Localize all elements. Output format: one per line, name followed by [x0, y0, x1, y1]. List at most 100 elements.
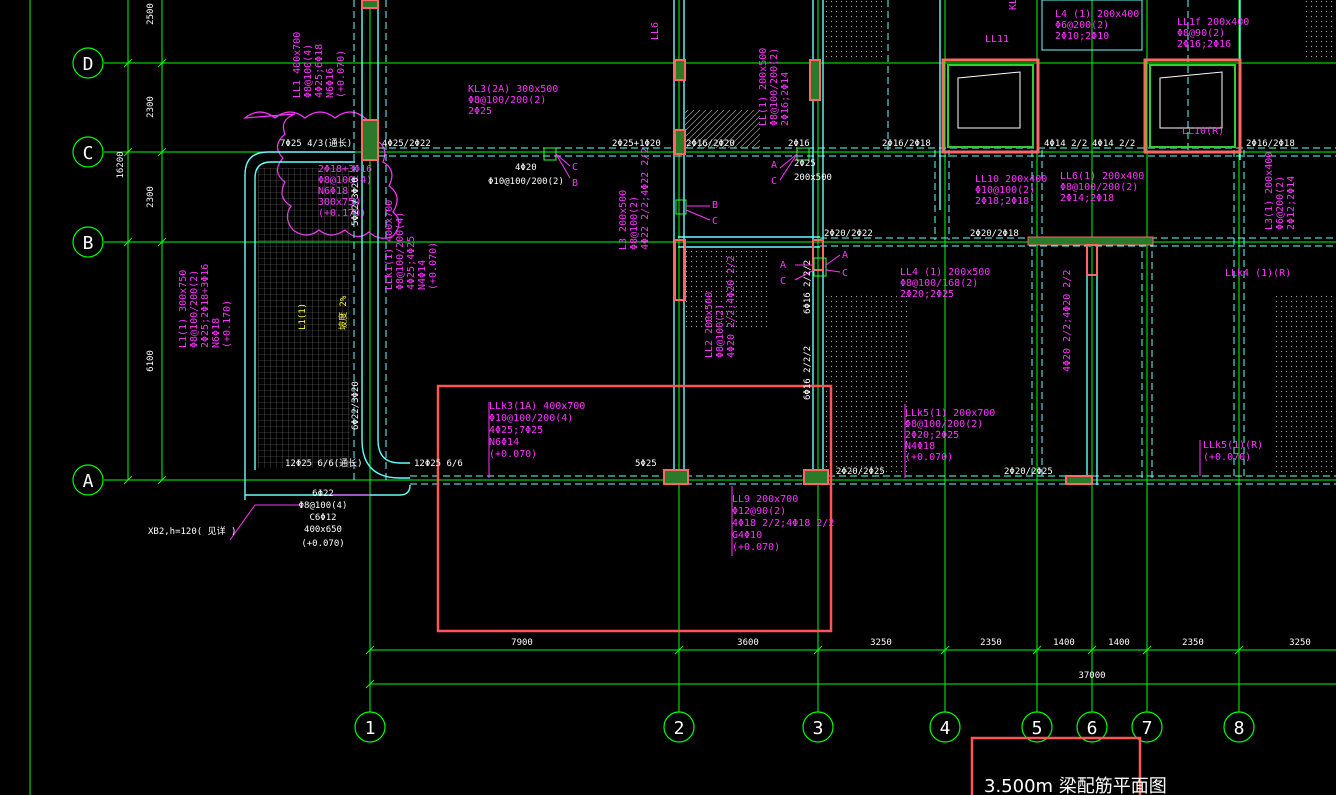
bottom-dimension-texts: 7900 3600 3250 2350 1400 1400 2350 3250 …	[511, 638, 1311, 681]
llk3-annotation-line: N6Φ14	[489, 437, 519, 448]
ll5-annotation-line: Φ8@100/200(2)	[905, 419, 983, 430]
axis-label-7: 7	[1142, 718, 1153, 739]
rebar-v-2: 6Φ22/3Φ20	[351, 381, 361, 430]
left-dim-2300-bottom: 2300	[146, 186, 156, 208]
mark-a-1: A	[771, 160, 777, 171]
column-3a	[803, 469, 829, 485]
rebar-a-2: 12Φ25 6/6	[414, 459, 463, 469]
axis-label-d: D	[83, 54, 94, 75]
mark-c-2: C	[712, 216, 718, 227]
rebar-c-1: 7Φ25 4/3(通长)	[280, 137, 352, 149]
bottom-dim-2350-b: 2350	[1182, 638, 1204, 648]
ll9-annotation-line: Φ12@90(2)	[732, 506, 786, 517]
ll_small1-annotation-line: LL11	[985, 34, 1009, 45]
ll10-annotation-line: Φ10@100(2)	[975, 185, 1035, 196]
l1-annotation-line: N6Φ18	[211, 318, 222, 348]
ll_b-annotation-line: LL(1) 200x500	[758, 48, 769, 126]
rebar-v-5: 4Φ20 2/2;4Φ20 2/2	[1062, 270, 1073, 372]
svg-text:(+0.070): (+0.070)	[301, 539, 344, 549]
ll9-annotation-line: (+0.070)	[732, 542, 780, 553]
ll_b-annotation-line: 2Φ16;2Φ14	[780, 72, 791, 126]
llk3-annotation-line: (+0.070)	[489, 449, 537, 460]
ll9-annotation-line: LL9 200x700	[732, 494, 798, 505]
kl3-annotation-line: Φ8@100/200(2)	[468, 95, 546, 106]
llk3-annotation-line: Φ10@100/200(4)	[489, 413, 573, 424]
svg-text:400x650: 400x650	[304, 525, 342, 535]
bottom-dim-3600: 3600	[737, 638, 759, 648]
l3-annotation-line: 4Φ22 2/2;4Φ22 2/2	[640, 148, 651, 250]
rebar-b-1: 2Φ20/2Φ22	[824, 229, 873, 239]
rebar-c-6: 2Φ16/2Φ18	[882, 139, 931, 149]
ll1_top-annotation-line: LL1 400x700	[292, 32, 303, 98]
axis-label-c: C	[83, 143, 94, 164]
column-1c	[361, 119, 379, 161]
l3_right-annotation-line: Φ6@200(2)	[1275, 176, 1286, 230]
llk3-annotation-line: 4Φ25;7Φ25	[489, 425, 543, 436]
rebar-b-2: 2Φ20/2Φ18	[970, 229, 1019, 239]
ll10_right-annotation: LL10(R)	[1182, 126, 1224, 137]
axis-label-4: 4	[940, 718, 951, 739]
mark-b-2: B	[712, 200, 718, 211]
ll1_top-annotation-line: N6Φ16	[325, 68, 336, 98]
slab-hatch-top	[825, 0, 885, 60]
rebar-c-mid-3: 2Φ25	[794, 159, 816, 169]
mark-a-3: A	[842, 250, 848, 261]
ll10-annotation-line: LL10 200x400	[975, 174, 1047, 185]
rebar-c-4: 2Φ16/2Φ20	[686, 139, 735, 149]
l3_right-annotation-line: 2Φ12;2Φ14	[1286, 176, 1297, 230]
llk1-annotation-line: 4Φ25;4Φ25	[406, 236, 417, 290]
axis-label-8: 8	[1234, 718, 1245, 739]
ll_top2-annotation-line: LL1f 200x400	[1177, 17, 1249, 28]
ll_small2-annotation-line: LL6	[650, 22, 661, 40]
svg-text:C6Φ12: C6Φ12	[309, 513, 336, 523]
axis-label-1: 1	[365, 718, 376, 739]
slab-hatch-top-right	[1303, 0, 1336, 60]
rebar-c-mid-2: Φ10@100/200(2)	[488, 177, 564, 187]
ll2-annotation-line: Φ8@100(2)	[715, 304, 726, 358]
ll_top1-annotation-line: Φ6@200(2)	[1055, 20, 1109, 31]
ll_top1-annotation-line: 2Φ10;2Φ10	[1055, 31, 1109, 42]
cad-drawing-canvas[interactable]: D C B A 1 2 3 4 5 6 7 8 2500 2300 16200 …	[0, 0, 1336, 795]
grid-lines	[29, 0, 1336, 795]
ll4-annotation-line: LL4 (1) 200x500	[900, 267, 990, 278]
wkl_c-annotation-line: N6Φ18	[318, 186, 348, 197]
ll10-annotation-line: 2Φ18;2Φ18	[975, 196, 1029, 207]
ll4-annotation-line: 2Φ20;2Φ25	[900, 289, 954, 300]
llk1-annotation-line: (+0.070)	[428, 242, 439, 290]
drawing-title: 3.500m 梁配筋平面图	[984, 776, 1167, 795]
ll_top2-annotation-line: Φ8@90(2)	[1177, 28, 1225, 39]
axis-label-5: 5	[1032, 718, 1043, 739]
rebar-c-mid-1: 4Φ20	[515, 163, 537, 173]
left-dimension-texts: 2500 2300 16200 2300 6100	[116, 3, 156, 372]
kl3-annotation-line: KL3(2A) 300x500	[468, 84, 558, 95]
ll_top1-annotation-line: L4 (1) 200x400	[1055, 9, 1139, 20]
ll4_right-annotation: LLk4 (1)(R)	[1225, 268, 1291, 279]
rebar-c-2: 4Φ25/2Φ22	[382, 139, 431, 149]
svg-text:6Φ22: 6Φ22	[312, 489, 334, 499]
l1-annotation-line: L1(1) 300x750	[178, 270, 189, 348]
llk3-annotation-line: LLk3(1A) 400x700	[489, 401, 585, 412]
mark-c-3: C	[771, 176, 777, 187]
l1-annotation-line: Φ8@100/200(2)	[189, 270, 200, 348]
rebar-v-3: 6Φ16 2/2/2	[803, 260, 813, 314]
kl_label-annotation-line: KL	[1008, 0, 1019, 10]
ll9-annotation-line: G4Φ10	[732, 530, 762, 541]
slab-hatch-right	[1275, 295, 1336, 475]
l1-annotation-line: 2Φ25;2Φ18+3Φ16	[200, 264, 211, 348]
axis-label-6: 6	[1087, 718, 1098, 739]
llk1-annotation-line: LLk1(1) 400x700	[384, 200, 395, 290]
ll5_right-annotation-line: (+0.070)	[1203, 452, 1251, 463]
kl3-annotation-line: 2Φ25	[468, 106, 492, 117]
axis-label-a: A	[83, 471, 94, 492]
row-axis-bubbles	[72, 47, 104, 496]
bottom-dim-total: 37000	[1078, 671, 1105, 681]
rebar-c-3: 2Φ25+1Φ20	[612, 139, 661, 149]
wkl_c-annotation-line: Φ8@100(4)	[318, 175, 372, 186]
column-2a	[663, 469, 689, 485]
rebar-v-1: 5Φ22/3Φ20	[351, 177, 361, 226]
l1-annotation-line: (+0.170)	[222, 300, 233, 348]
bottom-dim-1400-b: 1400	[1108, 638, 1130, 648]
row-axis-labels: D C B A	[83, 54, 94, 492]
ll5_right-annotation-line: LLk5(1)(R)	[1203, 440, 1263, 451]
ll4-annotation-line: Φ8@100/168(2)	[900, 278, 978, 289]
